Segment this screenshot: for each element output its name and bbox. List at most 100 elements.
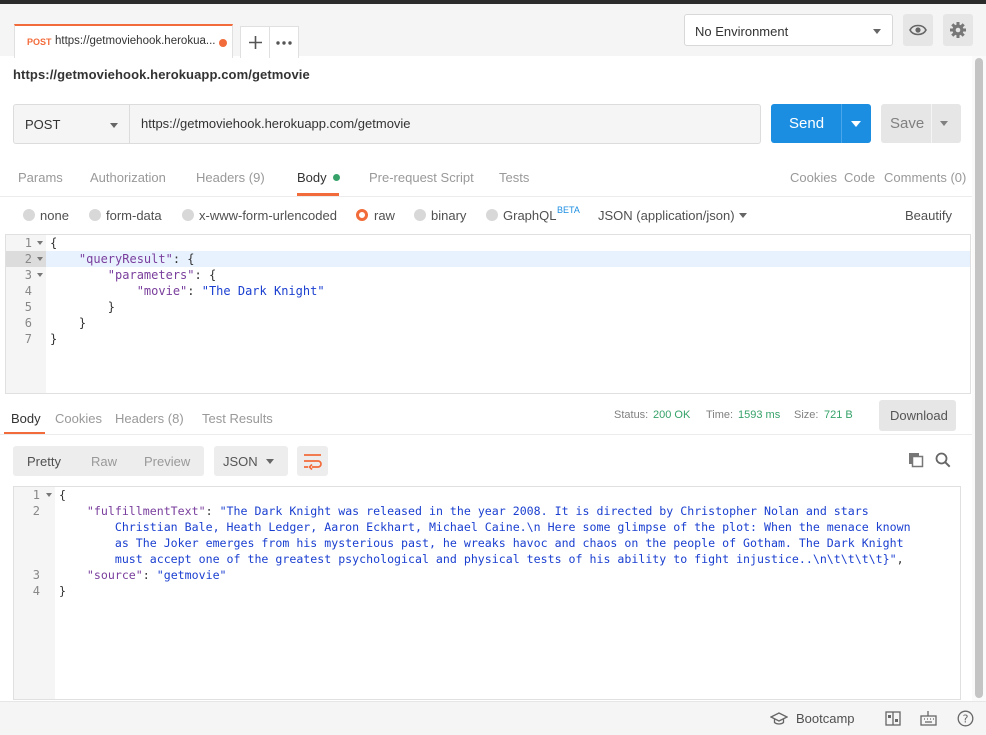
- cookies-link[interactable]: Cookies: [790, 170, 837, 185]
- response-format-select[interactable]: JSON: [214, 446, 288, 476]
- line-number: 4: [24, 284, 32, 298]
- code-line: "parameters": {: [107, 268, 217, 282]
- save-separator: [931, 104, 932, 143]
- tab-headers-label: Headers: [196, 170, 246, 185]
- radio-graphql[interactable]: [486, 209, 498, 221]
- request-title[interactable]: https://getmoviehook.herokuapp.com/getmo…: [13, 67, 310, 82]
- chevron-down-icon: [110, 123, 118, 128]
- tab-prerequest-script[interactable]: Pre-request Script: [369, 170, 474, 185]
- size-value[interactable]: 721 B: [824, 409, 853, 421]
- download-button[interactable]: Download: [879, 400, 956, 431]
- response-tab-body[interactable]: Body: [11, 411, 41, 426]
- request-tab[interactable]: POST https://getmoviehook.herokua...: [14, 24, 233, 58]
- tab-params[interactable]: Params: [18, 170, 63, 185]
- code-line: as The Joker emerges from his mysterious…: [59, 535, 904, 551]
- chevron-down-icon[interactable]: [739, 213, 747, 218]
- copy-button[interactable]: [908, 452, 924, 471]
- view-raw[interactable]: Raw: [91, 454, 117, 469]
- code-line: "source": "getmovie": [86, 568, 227, 582]
- radio-form-data-label[interactable]: form-data: [106, 208, 162, 223]
- search-icon: [935, 452, 951, 468]
- code-line: }: [107, 300, 116, 314]
- radio-none[interactable]: [23, 209, 35, 221]
- method-select[interactable]: POST: [13, 104, 130, 144]
- radio-urlencoded-label[interactable]: x-www-form-urlencoded: [199, 208, 337, 223]
- environment-select[interactable]: No Environment: [684, 14, 893, 46]
- status-label: Status:: [614, 409, 649, 421]
- tab-headers[interactable]: Headers (9): [196, 170, 265, 185]
- two-pane-icon[interactable]: [885, 711, 901, 726]
- fold-arrow-icon[interactable]: [46, 493, 52, 497]
- send-button[interactable]: Send: [771, 104, 871, 143]
- environment-quick-look-button[interactable]: [903, 14, 933, 46]
- scrollbar-thumb[interactable]: [975, 58, 983, 698]
- save-button[interactable]: Save: [881, 104, 961, 143]
- new-tab-button[interactable]: [240, 26, 270, 58]
- line-number: 2: [32, 504, 40, 518]
- bootcamp-link[interactable]: Bootcamp: [796, 711, 855, 726]
- url-input[interactable]: [141, 116, 741, 131]
- radio-binary[interactable]: [414, 209, 426, 221]
- radio-graphql-label[interactable]: GraphQL: [503, 208, 556, 223]
- tab-tests[interactable]: Tests: [499, 170, 529, 185]
- json-key: "fulfillmentText": [86, 504, 206, 518]
- json-string-value: "getmovie": [156, 568, 227, 582]
- plus-icon: [248, 36, 262, 49]
- line-number: 6: [24, 316, 32, 330]
- view-pretty[interactable]: Pretty: [27, 454, 61, 469]
- status-bar: Bootcamp ?: [0, 701, 986, 735]
- response-tab-headers[interactable]: Headers (8): [115, 411, 184, 426]
- save-options-icon[interactable]: [940, 121, 948, 126]
- fold-arrow-icon[interactable]: [37, 273, 43, 277]
- send-options-icon[interactable]: [851, 121, 861, 127]
- comments-link[interactable]: Comments (0): [884, 170, 966, 185]
- method-label: POST: [25, 117, 61, 132]
- line-number: 1: [24, 236, 32, 250]
- body-format-select[interactable]: JSON (application/json): [598, 208, 735, 223]
- status-value[interactable]: 200 OK: [653, 409, 690, 421]
- svg-text:?: ?: [963, 713, 969, 726]
- wrap-lines-button[interactable]: [297, 446, 328, 476]
- json-string-value: "The Dark Knight was released in the yea…: [219, 504, 869, 518]
- search-button[interactable]: [935, 452, 951, 471]
- beautify-link[interactable]: Beautify: [905, 208, 952, 223]
- bootcamp-icon: [770, 712, 788, 725]
- environment-label: No Environment: [695, 24, 789, 39]
- radio-binary-label[interactable]: binary: [431, 208, 466, 223]
- response-tab-cookies[interactable]: Cookies: [55, 411, 102, 426]
- radio-urlencoded[interactable]: [182, 209, 194, 221]
- tabs-divider: [0, 196, 986, 197]
- code-line: }: [78, 316, 87, 330]
- json-string-value: as The Joker emerges from his mysterious…: [114, 536, 904, 550]
- unsaved-dot: [219, 39, 227, 47]
- tab-options-button[interactable]: [269, 26, 299, 58]
- vertical-scrollbar[interactable]: [972, 56, 986, 701]
- tab-body-label: Body: [297, 170, 327, 185]
- radio-none-label[interactable]: none: [40, 208, 69, 223]
- code-line: Christian Bale, Heath Ledger, Aaron Eckh…: [59, 519, 911, 535]
- code-link[interactable]: Code: [844, 170, 875, 185]
- radio-form-data[interactable]: [89, 209, 101, 221]
- view-preview[interactable]: Preview: [144, 454, 190, 469]
- json-string-value: Christian Bale, Heath Ledger, Aaron Eckh…: [114, 520, 911, 534]
- tab-method: POST: [27, 37, 52, 47]
- fold-arrow-icon[interactable]: [37, 241, 43, 245]
- json-key: "queryResult": [78, 252, 173, 266]
- url-field[interactable]: [129, 104, 761, 144]
- response-tab-test-results[interactable]: Test Results: [202, 411, 273, 426]
- keyboard-icon[interactable]: [920, 710, 937, 726]
- manage-environments-button[interactable]: [943, 14, 973, 46]
- tab-bar: POST https://getmoviehook.herokua... No …: [0, 4, 986, 58]
- time-value[interactable]: 1593 ms: [738, 409, 780, 421]
- tab-body[interactable]: Body: [297, 170, 340, 185]
- help-icon[interactable]: ?: [957, 710, 974, 727]
- fold-arrow-icon[interactable]: [37, 257, 43, 261]
- tab-authorization[interactable]: Authorization: [90, 170, 166, 185]
- code-line: {: [59, 488, 66, 502]
- response-body-viewer[interactable]: 1 2 3 4 { "fulfillmentText": "The Dark Knigh…: [13, 486, 961, 700]
- radio-raw[interactable]: [356, 209, 368, 221]
- wrap-lines-icon: [304, 454, 322, 471]
- response-headers-count: (8): [167, 411, 184, 426]
- radio-raw-label[interactable]: raw: [374, 208, 395, 223]
- request-body-editor[interactable]: 1 2 3 4 5 6 7 { "queryResult": { "parameters": …: [5, 234, 971, 394]
